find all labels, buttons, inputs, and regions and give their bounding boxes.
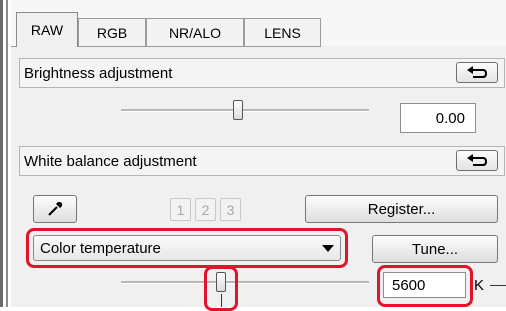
- reset-arrow-icon: [467, 153, 488, 166]
- white-balance-reset-button[interactable]: [456, 150, 498, 171]
- temperature-slider-track[interactable]: [121, 281, 369, 284]
- white-balance-header: White balance adjustment: [19, 146, 505, 176]
- temperature-unit: K: [474, 277, 485, 294]
- brightness-title: Brightness adjustment: [24, 64, 173, 82]
- tab-raw[interactable]: RAW: [16, 12, 78, 47]
- tab-label: RAW: [30, 22, 64, 38]
- brightness-header: Brightness adjustment: [19, 58, 505, 88]
- preset-label: 3: [226, 201, 235, 218]
- register-label: Register...: [367, 200, 436, 218]
- preset-label: 1: [176, 201, 185, 218]
- preset-button-1[interactable]: 1: [170, 198, 191, 221]
- temperature-value-highlight: [377, 265, 473, 307]
- tab-rgb[interactable]: RGB: [78, 18, 146, 46]
- white-balance-title: White balance adjustment: [24, 152, 197, 170]
- preset-button-3[interactable]: 3: [220, 198, 241, 221]
- tab-label: NR/ALO: [168, 24, 222, 41]
- mode-select-highlight: [26, 228, 348, 268]
- brightness-value: 0.00: [435, 109, 465, 127]
- tune-label: Tune...: [411, 240, 459, 258]
- register-button[interactable]: Register...: [305, 195, 498, 223]
- window-border: [0, 0, 3, 307]
- tab-nr-alo[interactable]: NR/ALO: [146, 18, 244, 46]
- eyedropper-icon: [48, 202, 63, 216]
- brightness-slider-track[interactable]: [121, 109, 369, 112]
- tool-palette: RAW RGB NR/ALO LENS Brightness adjustmen…: [11, 0, 506, 311]
- preset-button-2[interactable]: 2: [195, 198, 216, 221]
- tab-lens[interactable]: LENS: [244, 18, 321, 46]
- reset-arrow-icon: [467, 65, 488, 78]
- tab-label: RGB: [96, 24, 128, 41]
- thumb-callout-line: [221, 294, 222, 307]
- tune-button[interactable]: Tune...: [372, 235, 498, 263]
- brightness-reset-button[interactable]: [456, 62, 498, 83]
- brightness-value-input[interactable]: 0.00: [400, 103, 476, 133]
- eyedropper-button[interactable]: [33, 195, 77, 223]
- preset-label: 2: [201, 201, 210, 218]
- tab-label: LENS: [264, 24, 301, 41]
- brightness-slider-thumb[interactable]: [233, 100, 243, 120]
- value-callout-line: [490, 285, 506, 286]
- window-border-inner: [6, 0, 8, 307]
- tab-strip: RAW RGB NR/ALO LENS: [11, 0, 506, 47]
